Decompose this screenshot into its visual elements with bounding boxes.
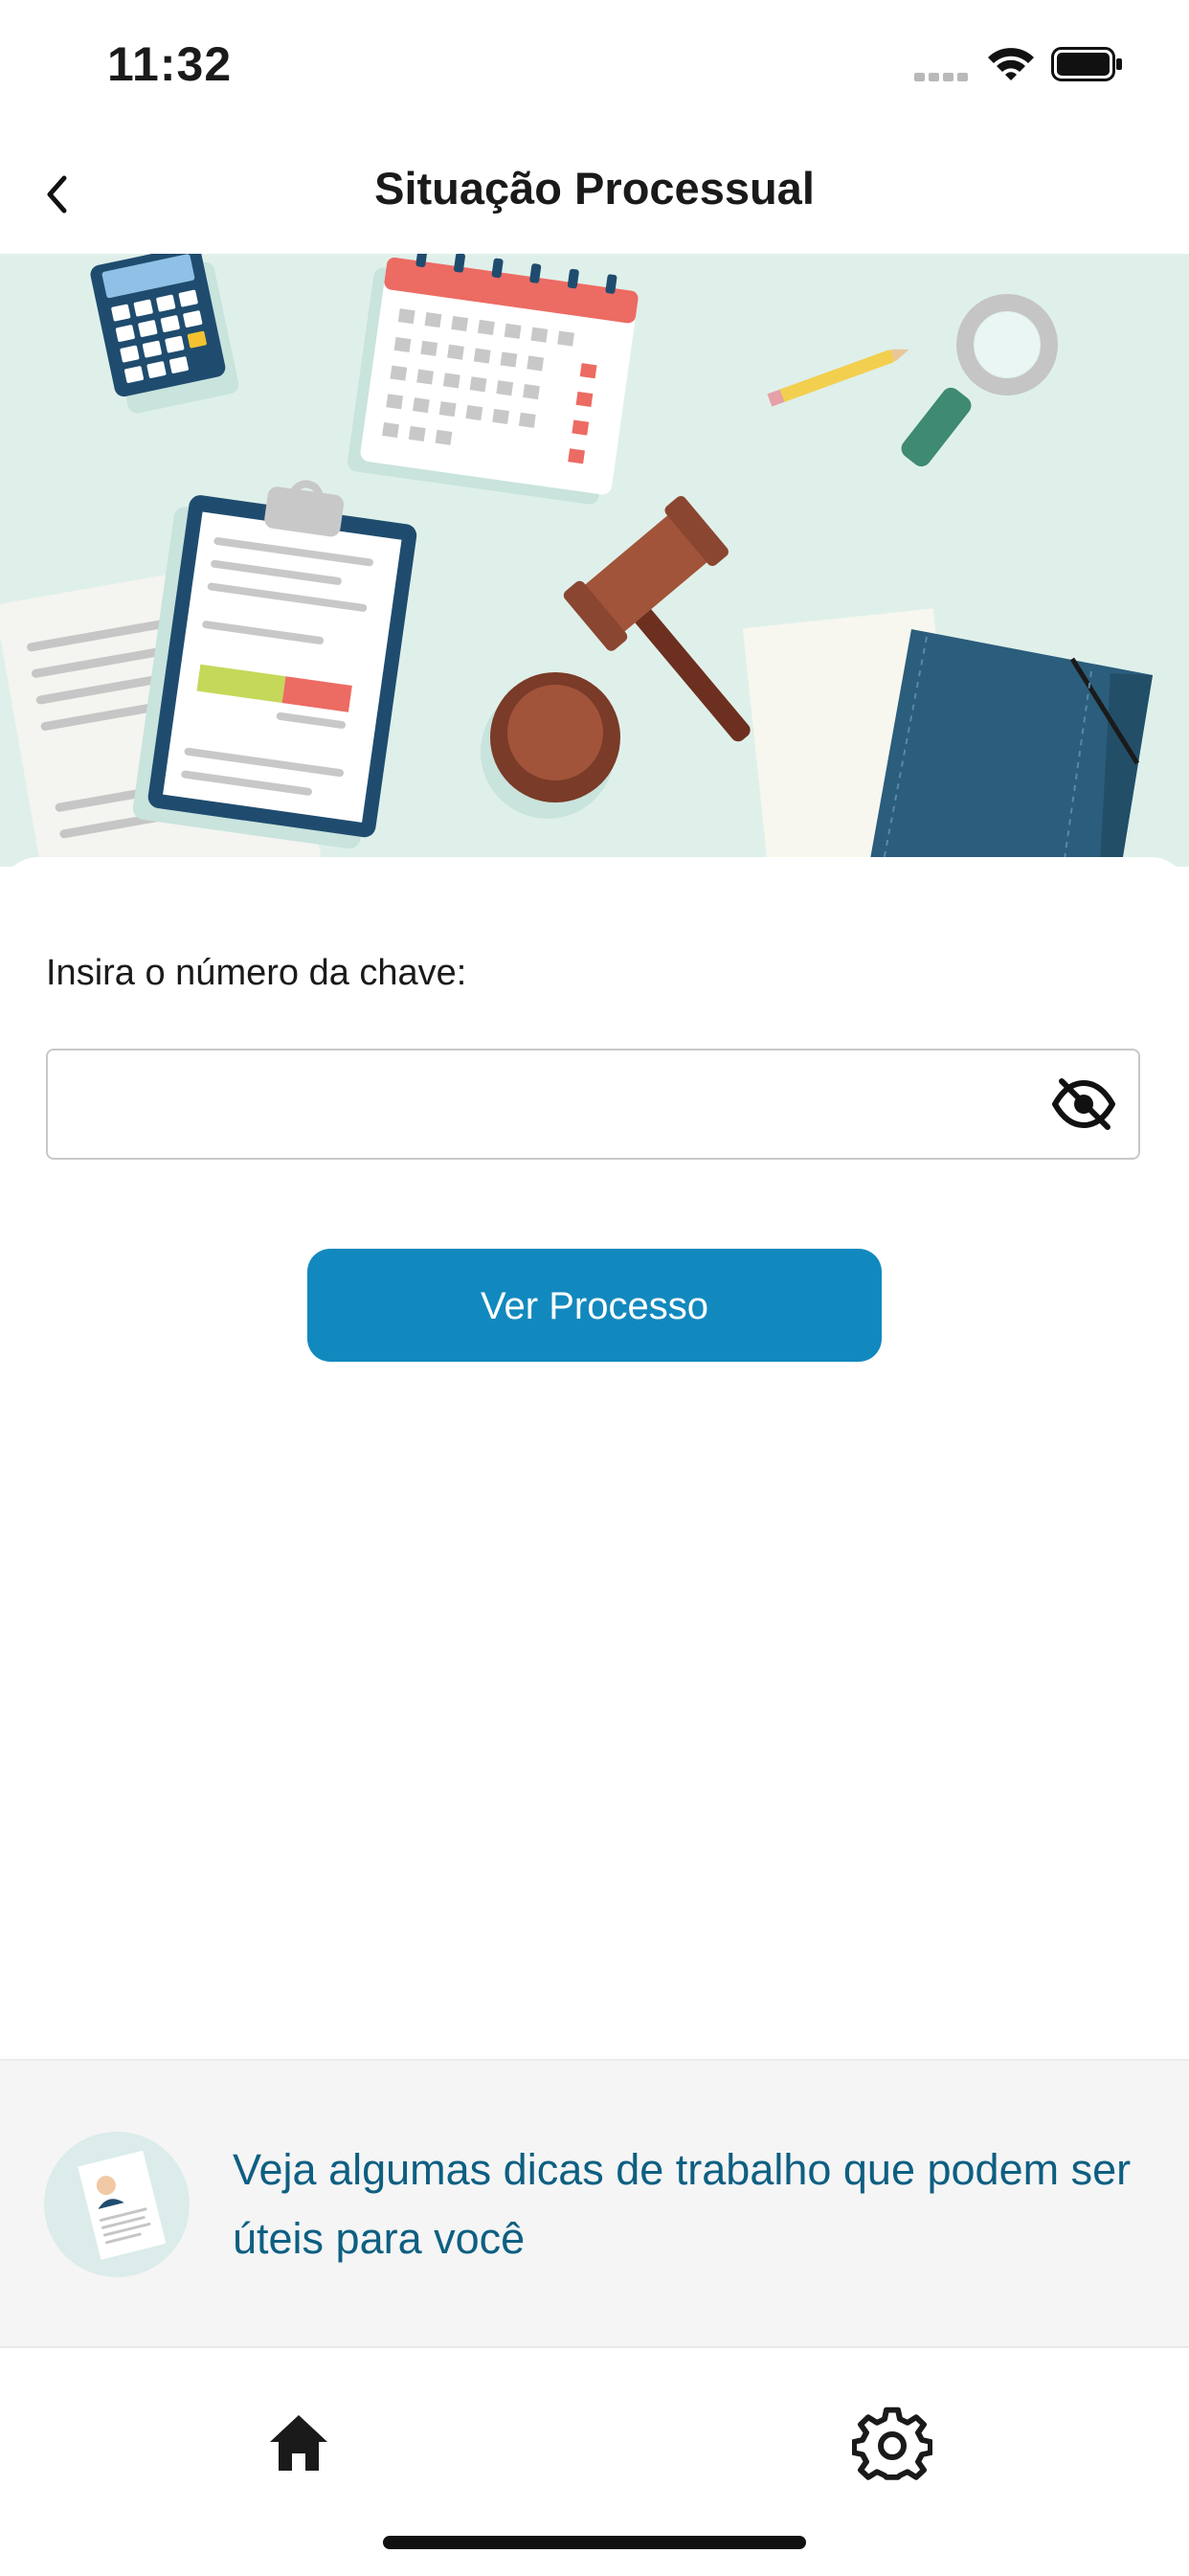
key-field-label: Insira o número da chave: — [46, 953, 467, 993]
status-time: 11:32 — [107, 37, 233, 91]
clipboard-icon — [132, 480, 417, 849]
pencil-icon — [767, 349, 909, 407]
navigation-bar: Situação Processual — [0, 129, 1189, 256]
key-field — [46, 1049, 1140, 1160]
gear-icon[interactable] — [852, 2406, 932, 2486]
tab-bar — [0, 2346, 1189, 2576]
tips-text: Veja algumas dicas de trabalho que podem… — [233, 2145, 1132, 2263]
cellular-signal-icon — [914, 73, 968, 81]
calendar-icon — [348, 254, 639, 505]
legal-desk-illustration — [0, 254, 1189, 867]
wifi-icon — [988, 48, 1034, 80]
main-content: Insira o número da chave: Ver Processo — [0, 857, 1189, 2059]
eye-off-icon[interactable] — [1052, 1077, 1115, 1131]
battery-icon — [1051, 47, 1122, 81]
folder-icon — [742, 608, 1153, 867]
magnifier-icon — [901, 294, 1058, 467]
page-title: Situação Processual — [374, 163, 815, 214]
home-indicator — [383, 2536, 806, 2549]
home-icon[interactable] — [260, 2406, 337, 2482]
view-process-button[interactable]: Ver Processo — [307, 1249, 882, 1362]
resume-document-icon — [44, 2132, 190, 2277]
sound-block-icon — [481, 672, 620, 819]
key-input[interactable] — [67, 1051, 1028, 1160]
tips-banner[interactable]: Veja algumas dicas de trabalho que podem… — [0, 2059, 1189, 2348]
status-bar: 11:32 — [0, 0, 1189, 129]
calculator-icon — [90, 254, 239, 414]
